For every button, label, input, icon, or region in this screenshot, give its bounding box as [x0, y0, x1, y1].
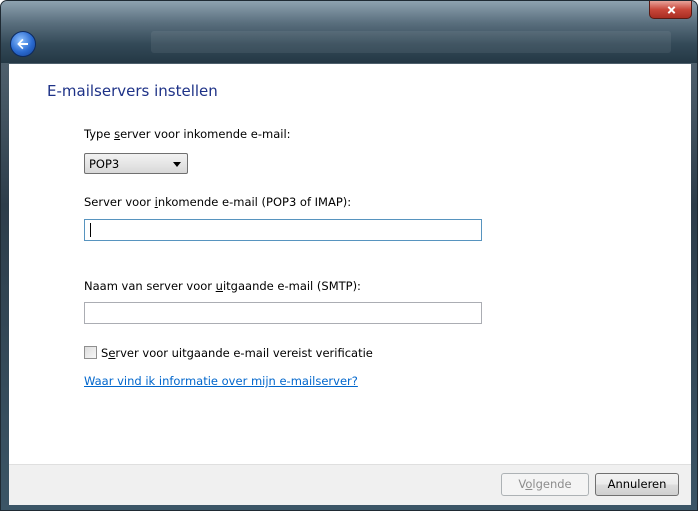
- back-button[interactable]: [10, 31, 36, 57]
- cancel-button[interactable]: Annuleren: [595, 473, 679, 496]
- incoming-type-label: Type server voor inkomende e-mail:: [84, 127, 291, 141]
- dropdown-arrow-icon: [173, 162, 181, 167]
- content-pane: E-mailservers instellen Type server voor…: [9, 64, 691, 464]
- outgoing-server-input[interactable]: [84, 302, 482, 324]
- title-bar: [1, 1, 697, 63]
- auth-required-label[interactable]: Server voor uitgaande e-mail vereist ver…: [101, 346, 373, 360]
- close-button[interactable]: [649, 1, 692, 19]
- button-bar: Volgende Annuleren: [9, 464, 691, 505]
- server-type-value: POP3: [89, 157, 120, 171]
- server-type-dropdown[interactable]: POP3: [84, 153, 188, 174]
- auth-required-checkbox[interactable]: [84, 346, 97, 359]
- dialog-window: E-mailservers instellen Type server voor…: [0, 0, 698, 511]
- back-arrow-icon: [17, 38, 28, 50]
- next-button[interactable]: Volgende: [501, 473, 589, 496]
- incoming-server-label: Server voor inkomende e-mail (POP3 of IM…: [84, 195, 352, 209]
- page-title: E-mailservers instellen: [47, 82, 218, 100]
- help-link[interactable]: Waar vind ik informatie over mijn e-mail…: [84, 374, 358, 388]
- text-caret: [90, 223, 91, 237]
- outgoing-server-label: Naam van server voor uitgaande e-mail (S…: [84, 279, 361, 293]
- incoming-server-input[interactable]: [84, 219, 482, 241]
